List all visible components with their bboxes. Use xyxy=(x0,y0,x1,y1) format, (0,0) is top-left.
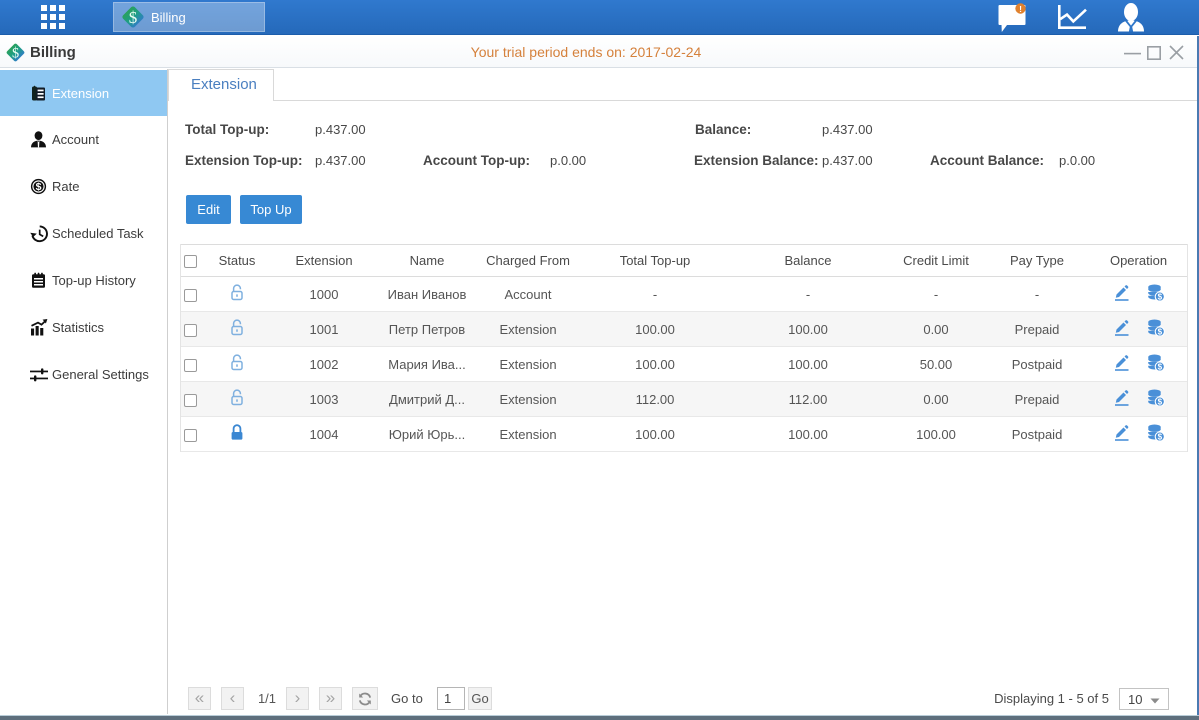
svg-text:$: $ xyxy=(12,45,19,61)
svg-text:$: $ xyxy=(129,8,138,27)
svg-text:!: ! xyxy=(1019,4,1022,14)
svg-text:$: $ xyxy=(36,181,42,193)
